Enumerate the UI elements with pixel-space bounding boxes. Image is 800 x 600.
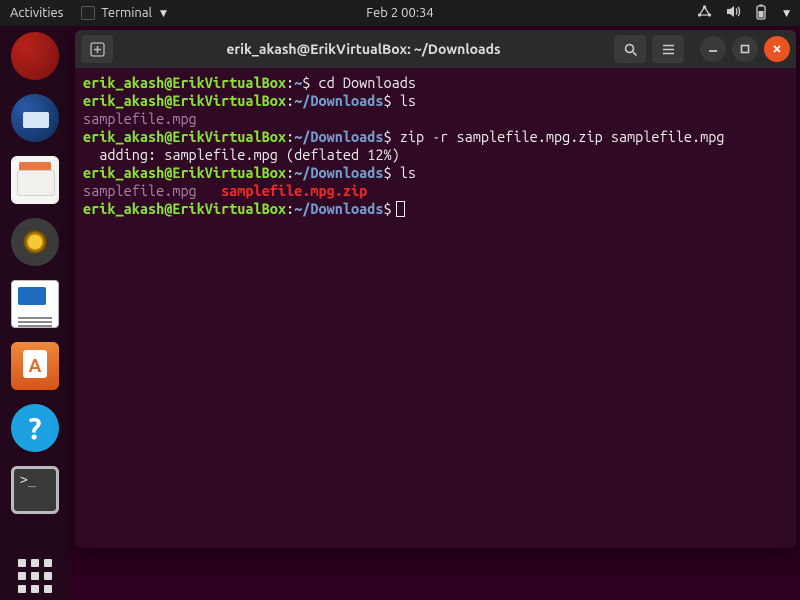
network-icon[interactable] xyxy=(697,5,712,21)
clock[interactable]: Feb 2 00:34 xyxy=(366,6,433,20)
terminal-window: erik_akash@ErikVirtualBox: ~/Downloads e… xyxy=(75,30,796,548)
dock-rhythmbox-icon[interactable] xyxy=(11,218,59,266)
cmd-zip: zip -r samplefile.mpg.zip samplefile.mpg xyxy=(392,128,725,145)
dock-show-applications-icon[interactable] xyxy=(11,552,59,600)
window-title: erik_akash@ErikVirtualBox: ~/Downloads xyxy=(119,41,608,57)
maximize-button[interactable] xyxy=(732,36,758,62)
dock-ubuntu-software-icon[interactable] xyxy=(11,342,59,390)
system-menu-chevron-icon[interactable]: ▼ xyxy=(783,8,790,19)
zip-output: adding: samplefile.mpg (deflated 12%) xyxy=(83,146,400,163)
terminal-body[interactable]: erik_akash@ErikVirtualBox:~$ cd Download… xyxy=(75,68,796,548)
ls-output-file: samplefile.mpg xyxy=(83,110,197,127)
gnome-topbar: Activities Terminal ▼ Feb 2 00:34 ▼ xyxy=(0,0,800,26)
volume-icon[interactable] xyxy=(726,5,741,21)
ubuntu-dock: ? xyxy=(0,26,70,600)
cmd-cd-downloads: cd Downloads xyxy=(310,74,416,91)
prompt-userhost: erik_akash@ErikVirtualBox xyxy=(83,74,286,91)
dock-firefox-icon[interactable] xyxy=(11,32,59,80)
minimize-button[interactable] xyxy=(700,36,726,62)
dock-libreoffice-writer-icon[interactable] xyxy=(11,280,59,328)
new-tab-button[interactable] xyxy=(81,35,113,63)
dock-help-icon[interactable]: ? xyxy=(11,404,59,452)
chevron-down-icon: ▼ xyxy=(160,8,167,19)
terminal-icon xyxy=(81,6,95,20)
app-menu-terminal[interactable]: Terminal ▼ xyxy=(81,6,167,20)
ls-output-file-2a: samplefile.mpg xyxy=(83,182,197,199)
terminal-titlebar[interactable]: erik_akash@ErikVirtualBox: ~/Downloads xyxy=(75,30,796,68)
dock-thunderbird-icon[interactable] xyxy=(11,94,59,142)
activities-button[interactable]: Activities xyxy=(10,6,63,20)
cmd-ls-2: ls xyxy=(392,164,416,181)
hamburger-menu-button[interactable] xyxy=(652,35,684,63)
dock-files-icon[interactable] xyxy=(11,156,59,204)
dock-terminal-icon[interactable] xyxy=(11,466,59,514)
ls-output-zip: samplefile.mpg.zip xyxy=(221,182,367,199)
close-button[interactable] xyxy=(764,36,790,62)
cmd-ls-1: ls xyxy=(392,92,416,109)
search-button[interactable] xyxy=(614,35,646,63)
battery-icon[interactable] xyxy=(755,4,767,23)
terminal-cursor xyxy=(396,201,405,217)
